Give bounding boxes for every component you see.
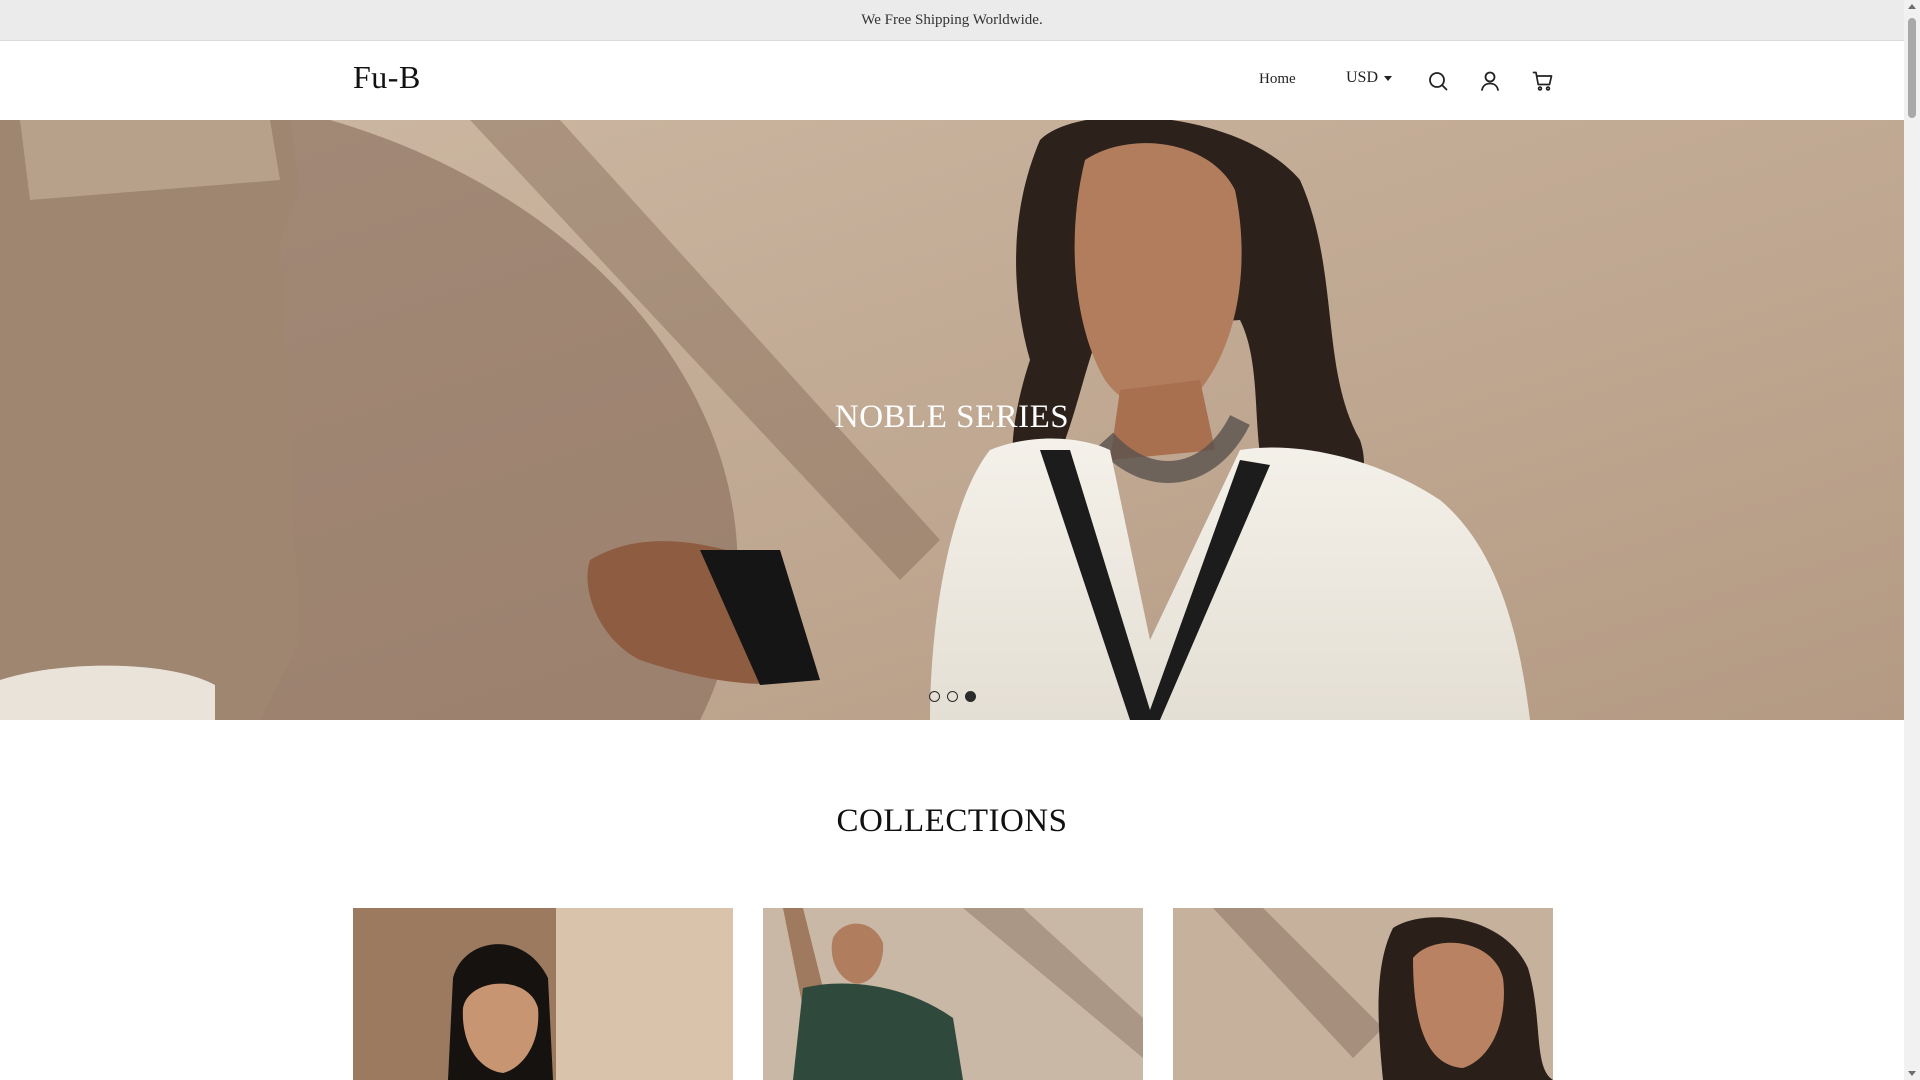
collection-card-1[interactable] <box>353 908 733 1080</box>
scroll-down-icon[interactable] <box>1908 1071 1916 1076</box>
collection-card-2[interactable] <box>763 908 1143 1080</box>
slider-dot-2[interactable] <box>947 691 958 702</box>
collection-image-3 <box>1173 908 1553 1080</box>
announcement-bar: We Free Shipping Worldwide. <box>0 0 1904 40</box>
currency-selector[interactable]: USD <box>1346 69 1393 87</box>
store-logo[interactable]: Fu-B <box>353 59 421 96</box>
slider-dots <box>929 691 976 702</box>
cart-icon[interactable] <box>1531 69 1555 93</box>
scroll-thumb[interactable] <box>1908 18 1916 118</box>
collection-image-1 <box>353 908 733 1080</box>
page-scrollbar[interactable] <box>1904 0 1920 1080</box>
slider-dot-1[interactable] <box>929 691 940 702</box>
search-icon[interactable] <box>1426 69 1450 93</box>
hero-banner[interactable]: NOBLE SERIES <box>0 120 1904 720</box>
collection-image-2 <box>763 908 1143 1080</box>
collections-title: COLLECTIONS <box>836 803 1068 839</box>
caret-down-icon <box>1384 75 1393 81</box>
site-header: Fu-B Home USD <box>0 40 1904 120</box>
nav-home-link[interactable]: Home <box>1259 71 1296 88</box>
account-icon[interactable] <box>1478 69 1502 93</box>
slider-dot-3[interactable] <box>965 691 976 702</box>
collection-card-3[interactable] <box>1173 908 1553 1080</box>
announcement-text: We Free Shipping Worldwide. <box>861 11 1043 28</box>
currency-value: USD <box>1346 69 1379 86</box>
scroll-up-icon[interactable] <box>1908 4 1916 9</box>
hero-title: NOBLE SERIES <box>834 399 1070 435</box>
